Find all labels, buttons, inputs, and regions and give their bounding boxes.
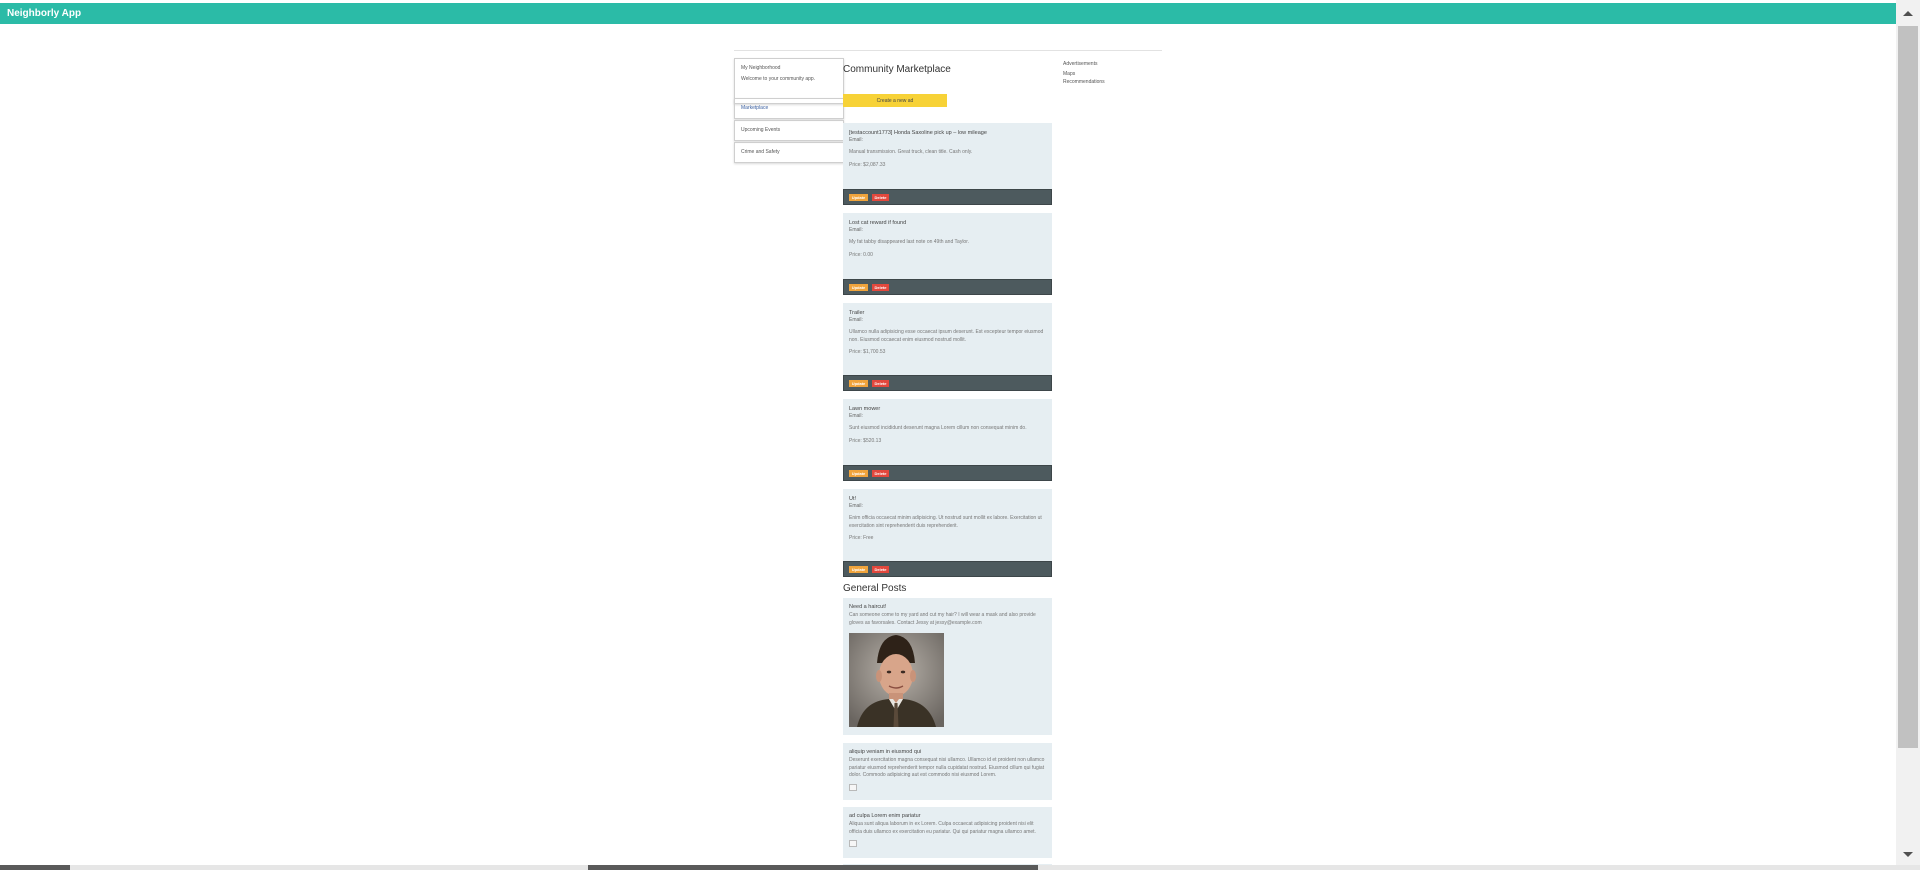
ad-title: Lost cat reward if found — [849, 220, 907, 226]
delete-button[interactable]: Delete — [872, 470, 889, 477]
neighborhood-name: My Neighborhood — [741, 65, 781, 71]
post-title: Need a haircut! — [849, 604, 887, 610]
welcome-message: Welcome to your community app. — [741, 76, 816, 82]
broken-image-icon — [849, 840, 857, 847]
nav-item-upcoming-events[interactable]: Upcoming Events — [734, 120, 844, 141]
ad-card: Lawn mower Email: Sunt eiusmod incididun… — [843, 399, 1052, 481]
scrollbar-segment — [588, 865, 1038, 870]
update-button[interactable]: Update — [849, 194, 868, 201]
ad-price: Price: $2,087.33 — [849, 161, 886, 168]
link-recommendations[interactable]: Recommendations — [1063, 79, 1105, 85]
scroll-up-arrow-icon[interactable] — [1903, 11, 1913, 16]
ad-title: Ut! — [849, 496, 857, 502]
ad-card: Lost cat reward if found Email: My fat t… — [843, 213, 1052, 295]
app-header-bar: Neighborly App — [0, 3, 1897, 24]
ad-card: [testaccount1773] Honda Saxoline pick up… — [843, 123, 1052, 205]
nav-item-marketplace[interactable]: Marketplace — [734, 98, 844, 119]
ad-title: Lawn mower — [849, 406, 881, 412]
ad-toolbar: Update Delete — [843, 279, 1052, 295]
scrollbar-segment — [0, 865, 70, 870]
broken-image-icon — [849, 783, 857, 791]
post-photo — [849, 633, 944, 727]
ad-toolbar: Update Delete — [843, 465, 1052, 481]
marketplace-title: Community Marketplace — [843, 64, 951, 75]
ad-toolbar: Update Delete — [843, 561, 1052, 577]
ad-title: [testaccount1773] Honda Saxoline pick up… — [849, 130, 987, 136]
delete-button[interactable]: Delete — [872, 284, 889, 291]
ad-toolbar: Update Delete — [843, 375, 1052, 391]
post-card: Need a haircut! Can someone come to my y… — [843, 598, 1052, 735]
update-button[interactable]: Update — [849, 284, 868, 291]
link-maps[interactable]: Maps — [1063, 71, 1075, 77]
general-posts-title: General Posts — [843, 583, 907, 594]
ad-price: Price: $520.13 — [849, 437, 882, 444]
nav-item-crime-and-safety[interactable]: Crime and Safety — [734, 142, 844, 163]
ad-description: Manual transmission. Great truck, clean … — [849, 149, 973, 155]
vertical-scrollbar[interactable] — [1896, 0, 1920, 865]
content-divider — [734, 50, 1162, 51]
ad-email: Email: — [849, 413, 863, 419]
scrollbar-thumb[interactable] — [1898, 26, 1918, 748]
ad-price: Price: $1,700.53 — [849, 349, 886, 355]
post-card: aliquip veniam in eiusmod qui Deserunt e… — [843, 743, 1052, 800]
app-title[interactable]: Neighborly App — [7, 8, 81, 19]
scroll-down-arrow-icon[interactable] — [1903, 852, 1913, 857]
ad-price: Price: Free — [849, 535, 874, 541]
ad-email: Email: — [849, 137, 863, 143]
ad-card: Ut! Email: Enim officia occaecat minim a… — [843, 489, 1052, 577]
ad-toolbar: Update Delete — [843, 189, 1052, 205]
ad-title: Trailer — [849, 310, 865, 316]
link-advertisements[interactable]: Advertisements — [1063, 61, 1097, 67]
ad-card: Trailer Email: Ullamco nulla adipisicing… — [843, 303, 1052, 391]
update-button[interactable]: Update — [849, 380, 868, 387]
ad-price: Price: 0.00 — [849, 251, 873, 258]
delete-button[interactable]: Delete — [872, 194, 889, 201]
ad-description: Enim officia occaecat minim adipisicing.… — [849, 515, 1042, 529]
ad-email: Email: — [849, 317, 863, 323]
ad-description: My fat tabby disappeared last note on 49… — [849, 239, 969, 245]
ad-email: Email: — [849, 503, 863, 509]
ad-email: Email: — [849, 227, 863, 233]
post-text: Aliqua sunt aliqua laborum in ex Lorem. … — [849, 821, 1036, 835]
post-text: Deserunt exercitation magna consequat ni… — [849, 757, 1045, 778]
create-ad-button[interactable]: Create a new ad — [843, 94, 947, 107]
post-text: Can someone come to my yard and cut my h… — [849, 612, 1036, 626]
ad-description: Sunt eiusmod incididunt deserunt magna L… — [849, 425, 1027, 431]
post-card: ad culpa Lorem enim pariatur Aliqua sunt… — [843, 807, 1052, 858]
delete-button[interactable]: Delete — [872, 380, 889, 387]
post-title: ad culpa Lorem enim pariatur — [849, 813, 921, 819]
horizontal-scrollbar[interactable] — [0, 865, 1920, 870]
ad-description: Ullamco nulla adipisicing esse occaecat … — [849, 329, 1044, 343]
update-button[interactable]: Update — [849, 566, 868, 573]
delete-button[interactable]: Delete — [872, 566, 889, 573]
post-title: aliquip veniam in eiusmod qui — [849, 749, 922, 755]
update-button[interactable]: Update — [849, 470, 868, 477]
